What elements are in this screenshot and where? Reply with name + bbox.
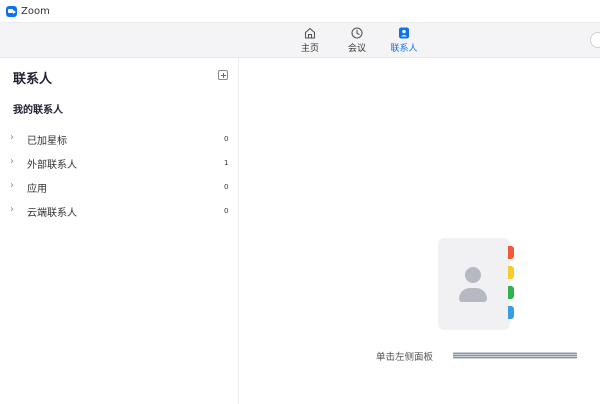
chevron-right-icon: › (10, 204, 14, 215)
tab-home[interactable]: 主页 (290, 26, 330, 54)
group-apps[interactable]: › 应用 0 (0, 175, 238, 199)
sidebar-title: 联系人 (13, 72, 53, 87)
empty-state-hint: 单击左侧面板 (376, 352, 434, 363)
title-bar: Zoom (0, 0, 600, 23)
group-label: 外部联系人 (27, 159, 77, 171)
group-count: 0 (224, 183, 229, 191)
chevron-right-icon: › (10, 132, 14, 143)
address-book-icon (438, 238, 510, 330)
tab-label: 主页 (300, 44, 319, 54)
group-cloud[interactable]: › 云端联系人 0 (0, 199, 238, 223)
add-contact-button[interactable] (218, 70, 228, 80)
contacts-sidebar: 联系人 我的联系人 › 已加星标 0 › 外部联系人 1 › 应用 0 › 云端… (0, 58, 239, 404)
tab-meetings[interactable]: 会议 (337, 26, 377, 54)
tab-label: 联系人 (390, 44, 418, 54)
person-icon-head (465, 267, 481, 283)
address-book-illustration (438, 238, 518, 330)
group-starred[interactable]: › 已加星标 0 (0, 127, 238, 151)
group-label: 已加星标 (27, 135, 67, 147)
book-tab-red (508, 246, 514, 259)
group-label: 云端联系人 (27, 207, 77, 219)
chevron-right-icon: › (10, 180, 14, 191)
search-icon[interactable] (590, 32, 600, 48)
home-icon (304, 27, 316, 39)
chevron-right-icon: › (10, 156, 14, 167)
redacted-text (453, 352, 577, 359)
top-navigation: 主页 会议 联系人 (0, 23, 600, 58)
group-label: 应用 (27, 183, 47, 195)
contact-detail-panel: 单击左侧面板 (239, 58, 600, 404)
zoom-logo-icon (6, 5, 17, 17)
group-external[interactable]: › 外部联系人 1 (0, 151, 238, 175)
app-title: Zoom (21, 5, 50, 17)
tab-label: 会议 (347, 44, 366, 54)
contact-group-list: › 已加星标 0 › 外部联系人 1 › 应用 0 › 云端联系人 0 (0, 127, 238, 223)
tab-contacts[interactable]: 联系人 (384, 26, 424, 54)
contacts-icon (399, 27, 409, 39)
book-tab-blue (508, 306, 514, 319)
clock-icon (351, 27, 363, 39)
group-count: 1 (224, 159, 229, 167)
book-tab-green (508, 286, 514, 299)
section-title: 我的联系人 (13, 105, 63, 116)
person-icon-body (459, 288, 487, 302)
book-tab-yellow (508, 266, 514, 279)
group-count: 0 (224, 207, 229, 215)
group-count: 0 (224, 135, 229, 143)
